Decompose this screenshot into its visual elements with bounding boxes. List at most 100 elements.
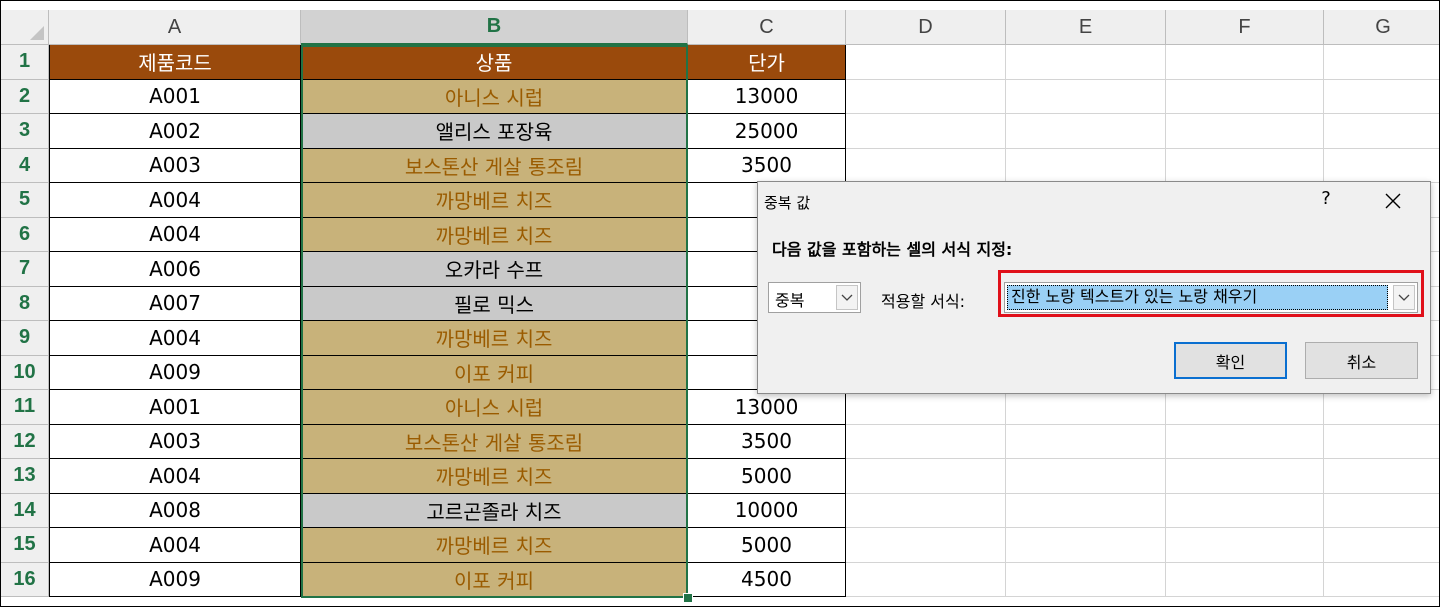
ok-button[interactable]: 확인	[1174, 342, 1287, 379]
empty-cell[interactable]	[1166, 459, 1324, 494]
price-cell[interactable]: 3500	[688, 424, 846, 459]
empty-cell[interactable]	[1166, 390, 1324, 425]
code-cell[interactable]: A006	[49, 252, 301, 287]
product-cell[interactable]: 이포 커피	[301, 562, 688, 597]
empty-cell[interactable]	[1324, 528, 1439, 563]
product-cell[interactable]: 아니스 시럽	[301, 79, 688, 114]
product-cell[interactable]: 까망베르 치즈	[301, 459, 688, 494]
column-header-b[interactable]: B	[301, 10, 688, 45]
empty-cell[interactable]	[1006, 148, 1166, 183]
dropdown-button[interactable]	[1393, 285, 1415, 310]
column-header-d[interactable]: D	[846, 10, 1006, 45]
row-header-4[interactable]: 4	[1, 148, 49, 183]
empty-cell[interactable]	[846, 114, 1006, 149]
product-cell[interactable]: 고르곤졸라 치즈	[301, 493, 688, 528]
empty-cell[interactable]	[1006, 424, 1166, 459]
price-cell[interactable]: 25000	[688, 114, 846, 149]
empty-cell[interactable]	[1324, 494, 1439, 528]
duplicate-type-select[interactable]: 중복	[768, 282, 861, 313]
empty-cell[interactable]	[1166, 148, 1324, 183]
empty-cell[interactable]	[846, 390, 1006, 425]
row-header-6[interactable]: 6	[1, 217, 49, 252]
row-header-10[interactable]: 10	[1, 355, 49, 390]
empty-cell[interactable]	[1006, 45, 1166, 80]
row-header-8[interactable]: 8	[1, 286, 49, 321]
row-header-14[interactable]: 14	[1, 493, 49, 528]
row-header-9[interactable]: 9	[1, 321, 49, 356]
empty-cell[interactable]	[846, 493, 1006, 528]
help-button[interactable]: ?	[1316, 188, 1336, 209]
empty-cell[interactable]	[1324, 390, 1439, 425]
format-select[interactable]: 진한 노랑 텍스트가 있는 노랑 채우기	[1004, 282, 1418, 313]
row-header-7[interactable]: 7	[1, 252, 49, 287]
empty-cell[interactable]	[846, 562, 1006, 597]
empty-cell[interactable]	[1324, 45, 1439, 80]
empty-cell[interactable]	[1324, 114, 1439, 149]
column-header-f[interactable]: F	[1166, 10, 1324, 45]
row-header-12[interactable]: 12	[1, 424, 49, 459]
empty-cell[interactable]	[1006, 459, 1166, 494]
row-header-1[interactable]: 1	[1, 45, 49, 80]
code-cell[interactable]: A004	[49, 217, 301, 252]
empty-cell[interactable]	[846, 424, 1006, 459]
code-cell[interactable]: A002	[49, 114, 301, 149]
product-cell[interactable]: 까망베르 치즈	[301, 217, 688, 252]
column-header-g[interactable]: G	[1324, 10, 1439, 45]
column-header-e[interactable]: E	[1006, 10, 1166, 45]
row-header-13[interactable]: 13	[1, 459, 49, 494]
price-cell[interactable]: 3500	[688, 148, 846, 183]
select-all-corner[interactable]	[1, 10, 49, 45]
row-header-16[interactable]: 16	[1, 562, 49, 597]
row-header-2[interactable]: 2	[1, 79, 49, 114]
code-cell[interactable]: A001	[49, 79, 301, 114]
empty-cell[interactable]	[1166, 424, 1324, 459]
product-cell[interactable]: 보스톤산 게살 통조림	[301, 148, 688, 183]
empty-cell[interactable]	[1166, 79, 1324, 114]
price-cell[interactable]: 10000	[688, 493, 846, 528]
close-button[interactable]	[1378, 186, 1408, 216]
product-cell[interactable]: 앨리스 포장육	[301, 114, 688, 149]
code-cell[interactable]: A004	[49, 459, 301, 494]
cancel-button[interactable]: 취소	[1305, 342, 1418, 379]
product-cell[interactable]: 이포 커피	[301, 355, 688, 390]
header-code-cell[interactable]: 제품코드	[49, 45, 301, 80]
fill-handle[interactable]	[683, 593, 693, 603]
empty-cell[interactable]	[1324, 425, 1439, 459]
empty-cell[interactable]	[1006, 79, 1166, 114]
empty-cell[interactable]	[846, 148, 1006, 183]
code-cell[interactable]: A004	[49, 321, 301, 356]
product-cell[interactable]: 까망베르 치즈	[301, 321, 688, 356]
row-header-15[interactable]: 15	[1, 528, 49, 563]
price-cell[interactable]: 5000	[688, 528, 846, 563]
price-cell[interactable]: 13000	[688, 79, 846, 114]
code-cell[interactable]: A004	[49, 528, 301, 563]
empty-cell[interactable]	[1006, 390, 1166, 425]
empty-cell[interactable]	[1324, 80, 1439, 114]
product-cell[interactable]: 보스톤산 게살 통조림	[301, 424, 688, 459]
empty-cell[interactable]	[1324, 563, 1439, 597]
product-cell[interactable]: 까망베르 치즈	[301, 528, 688, 563]
row-header-5[interactable]: 5	[1, 183, 49, 218]
code-cell[interactable]: A003	[49, 148, 301, 183]
code-cell[interactable]: A009	[49, 562, 301, 597]
header-price-cell[interactable]: 단가	[688, 45, 846, 80]
product-cell[interactable]: 오카라 수프	[301, 252, 688, 287]
code-cell[interactable]: A007	[49, 286, 301, 321]
product-cell[interactable]: 아니스 시럽	[301, 390, 688, 425]
empty-cell[interactable]	[846, 459, 1006, 494]
empty-cell[interactable]	[1324, 149, 1439, 183]
code-cell[interactable]: A001	[49, 390, 301, 425]
code-cell[interactable]: A003	[49, 424, 301, 459]
row-header-11[interactable]: 11	[1, 390, 49, 425]
empty-cell[interactable]	[846, 528, 1006, 563]
empty-cell[interactable]	[1166, 528, 1324, 563]
price-cell[interactable]: 5000	[688, 459, 846, 494]
product-cell[interactable]: 필로 믹스	[301, 286, 688, 321]
empty-cell[interactable]	[1166, 562, 1324, 597]
empty-cell[interactable]	[1006, 114, 1166, 149]
empty-cell[interactable]	[1006, 528, 1166, 563]
empty-cell[interactable]	[1006, 493, 1166, 528]
column-header-c[interactable]: C	[688, 10, 846, 45]
empty-cell[interactable]	[1006, 562, 1166, 597]
header-product-cell[interactable]: 상품	[301, 45, 688, 80]
